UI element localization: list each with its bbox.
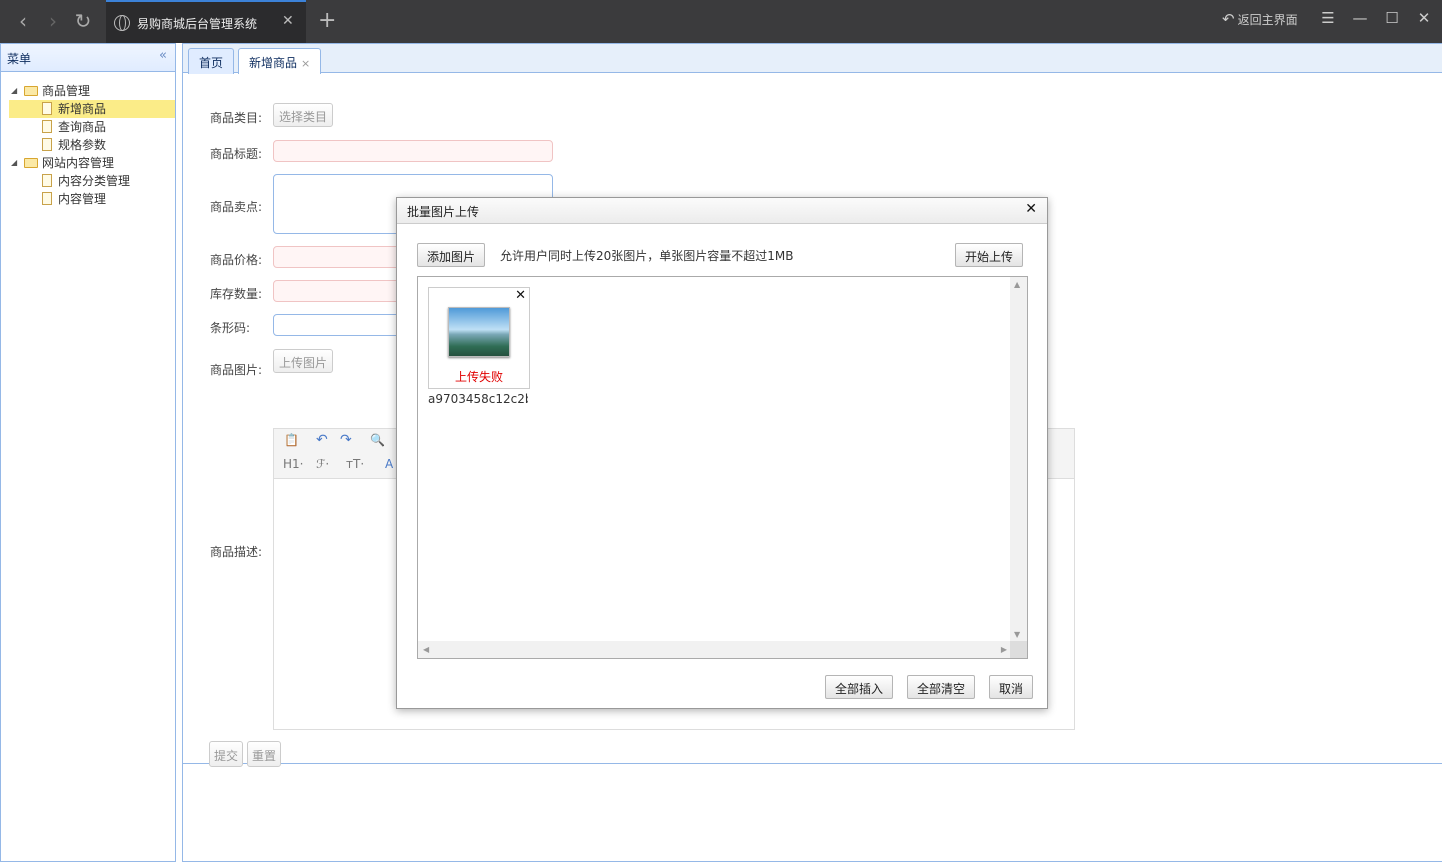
sidebar-header: 菜单 « [1, 44, 175, 72]
title-label: 商品标题: [210, 147, 263, 161]
maximize-icon[interactable]: ☐ [1382, 9, 1402, 27]
sell-point-label: 商品卖点: [210, 200, 263, 214]
tree-item-label: 内容管理 [58, 192, 107, 206]
undo-icon[interactable]: ↶ [316, 432, 328, 448]
scroll-down-icon[interactable]: ▼ [1014, 630, 1020, 639]
dialog-title: 批量图片上传 [407, 205, 480, 219]
scroll-up-icon[interactable]: ▲ [1014, 280, 1020, 289]
tree-node-label: 网站内容管理 [42, 156, 115, 170]
scrollbar-corner [1010, 641, 1027, 658]
menu-icon[interactable]: ☰ [1318, 9, 1338, 27]
barcode-input[interactable] [273, 314, 403, 336]
browser-tab[interactable]: 易购商城后台管理系统 ✕ [106, 0, 306, 43]
collapse-icon[interactable]: « [159, 48, 167, 63]
font-family-dropdown[interactable]: ℱ· [316, 457, 329, 471]
cancel-button[interactable]: 取消 [989, 675, 1034, 699]
back-icon[interactable]: ‹ [12, 10, 34, 32]
insert-all-button[interactable]: 全部插入 [825, 675, 894, 699]
tree-item-content-management[interactable]: 内容管理 [1, 190, 175, 208]
tree-item-label: 规格参数 [58, 138, 107, 152]
stock-label: 库存数量: [210, 287, 263, 301]
stock-input[interactable] [273, 280, 403, 302]
add-image-button[interactable]: 添加图片 [417, 243, 486, 267]
scroll-right-icon[interactable]: ▶ [1001, 645, 1007, 654]
browser-chrome: ‹ › ↻ 易购商城后台管理系统 ✕ + ↶ 返回主界面 ☰ — ☐ ✕ [0, 0, 1442, 43]
batch-upload-dialog: 批量图片上传 ✕ 添加图片 允许用户同时上传20张图片，单张图片容量不超过1MB… [396, 197, 1048, 709]
expand-arrow-icon[interactable]: ◢ [11, 82, 17, 100]
scroll-left-icon[interactable]: ◀ [423, 645, 429, 654]
globe-icon [114, 15, 130, 31]
tree-item-spec-params[interactable]: 规格参数 [1, 136, 175, 154]
return-main-button[interactable]: ↶ 返回主界面 [1222, 10, 1298, 28]
folder-icon [24, 86, 38, 96]
dialog-header: 批量图片上传 ✕ [397, 198, 1047, 224]
upload-hint: 允许用户同时上传20张图片，单张图片容量不超过1MB [500, 249, 794, 263]
tab-add-goods[interactable]: 新增商品 × [238, 48, 322, 74]
folder-icon [24, 158, 38, 168]
price-input[interactable] [273, 246, 403, 268]
image-label: 商品图片: [210, 363, 263, 377]
dialog-close-icon[interactable]: ✕ [1025, 201, 1037, 217]
desc-label: 商品描述: [210, 545, 263, 559]
tab-home[interactable]: 首页 [188, 48, 235, 74]
tree-node-goods-management[interactable]: ◢ 商品管理 [1, 82, 175, 100]
preview-icon[interactable]: 🔍 [370, 433, 385, 447]
file-icon [42, 174, 52, 187]
expand-arrow-icon[interactable]: ◢ [11, 154, 17, 172]
reload-icon[interactable]: ↻ [72, 10, 94, 32]
font-color-icon[interactable]: A [385, 457, 393, 471]
tab-close-icon[interactable]: × [301, 57, 310, 70]
upload-item[interactable]: ✕ 上传失败 [428, 287, 530, 389]
tab-add-goods-label: 新增商品 [249, 56, 298, 70]
tree-node-site-content[interactable]: ◢ 网站内容管理 [1, 154, 175, 172]
tree-item-add-goods[interactable]: 新增商品 [9, 100, 175, 118]
return-icon: ↶ [1222, 10, 1235, 28]
upload-status: 上传失败 [454, 370, 503, 384]
file-icon [42, 102, 52, 115]
browser-tab-title: 易购商城后台管理系统 [137, 17, 258, 31]
tree-item-content-category[interactable]: 内容分类管理 [1, 172, 175, 190]
file-icon [42, 120, 52, 133]
window-close-icon[interactable]: ✕ [1414, 9, 1434, 27]
heading-dropdown[interactable]: H1· [283, 457, 303, 471]
paste-icon[interactable]: 📋 [284, 433, 299, 447]
clear-all-button[interactable]: 全部清空 [907, 675, 976, 699]
sidebar-title: 菜单 [7, 52, 32, 66]
upload-filename: a9703458c12c2b74 [428, 392, 528, 406]
page-tabs: 首页 新增商品 × [183, 44, 1442, 74]
font-size-dropdown[interactable]: тT· [346, 457, 364, 471]
file-icon [42, 192, 52, 205]
menu-tree: ◢ 商品管理 新增商品 查询商品 规格参数 ◢ 网站内容管理 内容分类管理 内容… [1, 72, 175, 208]
remove-item-icon[interactable]: ✕ [515, 288, 526, 303]
file-icon [42, 138, 52, 151]
start-upload-button[interactable]: 开始上传 [955, 243, 1024, 267]
horizontal-scrollbar[interactable]: ◀ ▶ [418, 641, 1012, 658]
tree-item-query-goods[interactable]: 查询商品 [1, 118, 175, 136]
tree-node-label: 商品管理 [42, 84, 91, 98]
sidebar: 菜单 « ◢ 商品管理 新增商品 查询商品 规格参数 ◢ 网站内容管理 内容分类… [0, 43, 176, 862]
barcode-label: 条形码: [210, 321, 251, 335]
tab-home-label: 首页 [199, 56, 224, 70]
category-label: 商品类目: [210, 111, 263, 125]
vertical-scrollbar[interactable]: ▲ ▼ [1010, 277, 1027, 642]
upload-file-list: ✕ 上传失败 a9703458c12c2b74 ▲ ▼ ◀ ▶ [417, 276, 1028, 659]
image-thumbnail-icon [448, 307, 510, 357]
tab-close-icon[interactable]: ✕ [282, 13, 294, 29]
reset-button[interactable]: 重置 [247, 741, 282, 767]
tree-item-label: 查询商品 [58, 120, 107, 134]
redo-icon[interactable]: ↷ [340, 432, 352, 448]
submit-button[interactable]: 提交 [209, 741, 244, 767]
forward-icon[interactable]: › [42, 10, 64, 32]
return-main-label: 返回主界面 [1237, 13, 1298, 27]
upload-image-button[interactable]: 上传图片 [273, 349, 334, 373]
minimize-icon[interactable]: — [1350, 9, 1370, 27]
select-category-button[interactable]: 选择类目 [273, 103, 334, 127]
price-label: 商品价格: [210, 253, 263, 267]
tree-item-label: 内容分类管理 [58, 174, 131, 188]
tree-item-label: 新增商品 [58, 102, 107, 116]
title-input[interactable] [273, 140, 553, 162]
new-tab-icon[interactable]: + [318, 9, 336, 33]
